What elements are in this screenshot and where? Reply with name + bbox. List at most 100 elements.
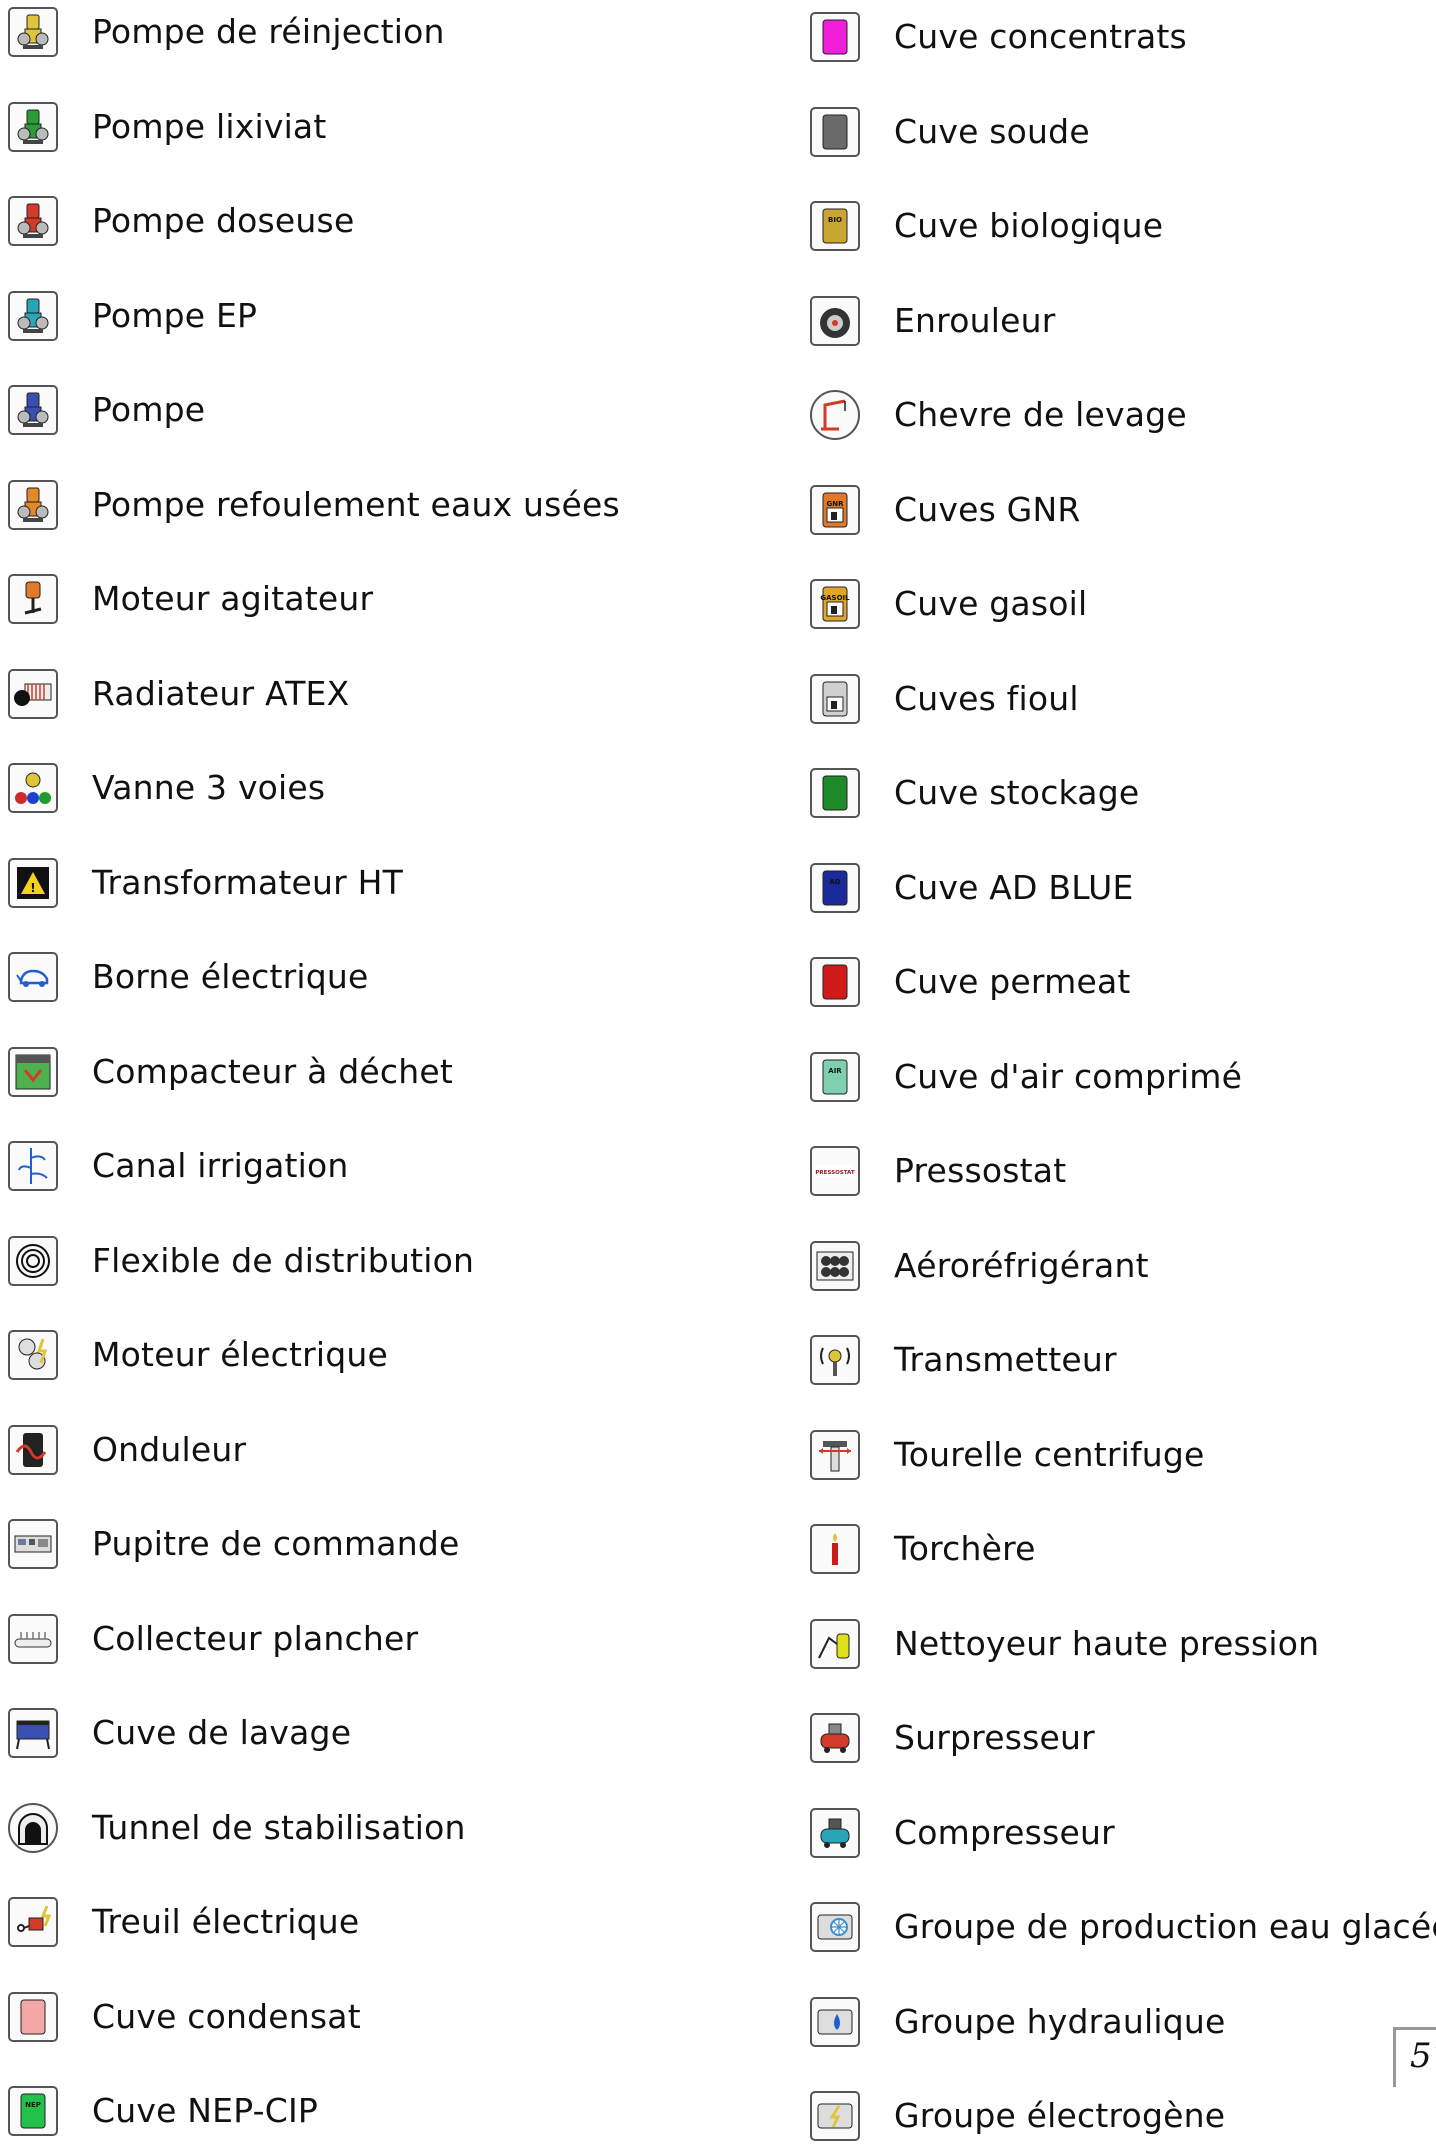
legend-item: Groupe hydraulique [810,1992,1225,2052]
tunnel-icon [8,1803,58,1853]
pump-icon [8,196,58,246]
legend-item: Cuve concentrats [810,7,1187,67]
legend-item-label: Enrouleur [894,301,1056,340]
fuel-tank-icon: GNR [810,485,860,535]
pump-icon [8,102,58,152]
legend-item-label: Cuves fioul [894,679,1079,718]
pump-icon [8,385,58,435]
legend-item-label: Borne électrique [92,957,369,996]
legend-item-label: Pompe [92,390,206,429]
ups-icon [8,1425,58,1475]
three-way-valve-icon [8,763,58,813]
legend-item-label: Transmetteur [894,1340,1117,1379]
tank-icon [810,12,860,62]
legend-item: Pompe de réinjection [8,2,445,62]
legend-item: GNR Cuves GNR [810,480,1080,540]
svg-text:PRESSOSTAT: PRESSOSTAT [815,1170,854,1176]
page-number-text: 57 [1410,2036,1436,2076]
legend-item: Borne électrique [8,947,368,1007]
legend-item-label: Pompe refoulement eaux usées [92,485,620,524]
tank-icon [810,957,860,1007]
legend-item: Pompe [8,380,205,440]
legend-item-label: Torchère [894,1529,1036,1568]
legend-item-label: Pompe doseuse [92,201,355,240]
charging-station-icon [8,952,58,1002]
tank-icon: AD [810,863,860,913]
legend-item: Onduleur [8,1420,246,1480]
floor-collector-icon [8,1614,58,1664]
legend-item: BIO Cuve biologique [810,196,1163,256]
flare-icon [810,1524,860,1574]
fuel-tank-icon [810,674,860,724]
legend-item: Cuves fioul [810,669,1079,729]
legend-item-label: Cuve AD BLUE [894,868,1134,907]
legend-item: Cuve permeat [810,952,1131,1012]
legend-item: ! Transformateur HT [8,853,403,913]
legend-item: Moteur électrique [8,1325,388,1385]
legend-item-label: Canal irrigation [92,1146,349,1185]
tank-icon [810,768,860,818]
svg-text:NEP: NEP [25,2101,41,2109]
booster-icon [810,1713,860,1763]
tank-icon: BIO [810,201,860,251]
svg-text:GASOIL: GASOIL [820,594,850,602]
legend-item: Groupe de production eau glacée [810,1897,1436,1957]
legend-item: Pompe EP [8,286,257,346]
legend-item: Cuve stockage [810,763,1139,823]
svg-text:AIR: AIR [828,1067,842,1075]
legend-item: Enrouleur [810,291,1055,351]
legend-item-label: Nettoyeur haute pression [894,1624,1320,1663]
legend-item: Pompe lixiviat [8,97,327,157]
pump-icon [8,480,58,530]
compactor-icon [8,1047,58,1097]
legend-item: Treuil électrique [8,1892,359,1952]
legend-item: Nettoyeur haute pression [810,1614,1319,1674]
legend-item-label: Cuve condensat [92,1997,361,2036]
washing-tank-icon [8,1708,58,1758]
legend-item-label: Pompe de réinjection [92,12,445,51]
svg-text:!: ! [30,881,35,895]
legend-item-label: Cuve de lavage [92,1713,352,1752]
legend-item: Chevre de levage [810,385,1187,445]
legend-item: Surpresseur [810,1708,1095,1768]
legend-item: Pompe refoulement eaux usées [8,475,620,535]
legend-item-label: Chevre de levage [894,395,1187,434]
legend-item: Cuve de lavage [8,1703,351,1763]
legend-item-label: Cuve concentrats [894,17,1187,56]
legend-item-label: Transformateur HT [92,863,403,902]
legend-item-label: Treuil électrique [92,1902,360,1941]
chiller-icon [810,1902,860,1952]
legend-item: Cuve soude [810,102,1090,162]
legend-item-label: Pompe lixiviat [92,107,327,146]
legend-item-label: Pupitre de commande [92,1524,460,1563]
legend-item: Collecteur plancher [8,1609,418,1669]
legend-item: Pompe doseuse [8,191,354,251]
air-cooler-icon [810,1241,860,1291]
legend-item-label: Moteur agitateur [92,579,374,618]
pump-icon [8,291,58,341]
legend-item-label: Compacteur à déchet [92,1052,453,1091]
legend-item-label: Tunnel de stabilisation [92,1808,466,1847]
legend-item-label: Cuve gasoil [894,584,1088,623]
legend-item-label: Groupe électrogène [894,2096,1226,2135]
legend-item: Transmetteur [810,1330,1117,1390]
legend-item: GASOIL Cuve gasoil [810,574,1087,634]
legend-item-label: Radiateur ATEX [92,674,350,713]
generator-icon [810,2091,860,2141]
electric-winch-icon [8,1897,58,1947]
legend-item: AD Cuve AD BLUE [810,858,1134,918]
legend-item: Radiateur ATEX [8,664,349,724]
legend-item-label: Cuve d'air comprimé [894,1057,1243,1096]
legend-item-label: Compresseur [894,1813,1115,1852]
legend-item-label: Onduleur [92,1430,247,1469]
legend-item: Tourelle centrifuge [810,1425,1205,1485]
pressure-switch-icon: PRESSOSTAT [810,1146,860,1196]
pump-icon [8,7,58,57]
legend-item-label: Collecteur plancher [92,1619,419,1658]
hose-reel-icon [810,296,860,346]
lifting-crane-icon [810,390,860,440]
svg-text:BIO: BIO [828,216,842,224]
legend-item: Compacteur à déchet [8,1042,453,1102]
control-desk-icon [8,1519,58,1569]
legend-item: Vanne 3 voies [8,758,325,818]
